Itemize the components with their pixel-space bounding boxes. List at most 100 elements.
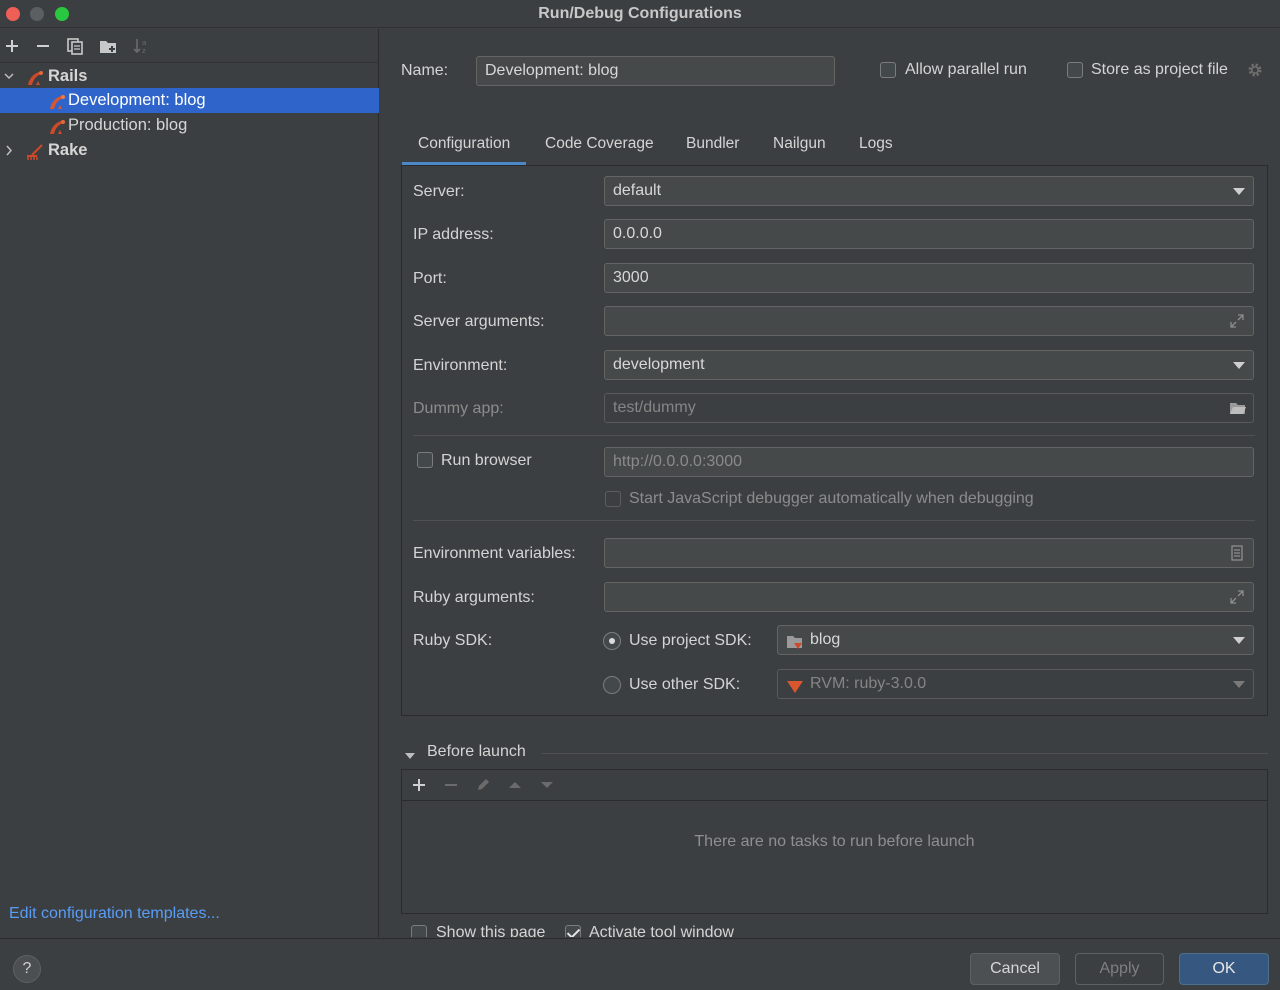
- tab-configuration[interactable]: Configuration: [402, 125, 527, 165]
- dummy-app-input[interactable]: test/dummy: [604, 393, 1254, 423]
- use-project-sdk-radio[interactable]: [603, 632, 621, 650]
- server-arguments-label: Server arguments:: [413, 313, 545, 330]
- configuration-editor: Name: Development: blog Allow parallel r…: [380, 29, 1280, 937]
- title-bar: Run/Debug Configurations: [0, 0, 1280, 28]
- remove-icon[interactable]: [33, 36, 53, 56]
- js-debugger-checkbox[interactable]: [605, 491, 621, 507]
- allow-parallel-run-label: Allow parallel run: [905, 61, 1027, 78]
- name-input[interactable]: Development: blog: [476, 56, 835, 86]
- environment-variables-label: Environment variables:: [413, 545, 576, 562]
- dialog-footer: ? Cancel Apply OK: [0, 938, 1280, 990]
- edit-icon[interactable]: [475, 777, 491, 798]
- ok-button[interactable]: OK: [1179, 953, 1269, 985]
- show-this-page-checkbox[interactable]: [411, 925, 427, 937]
- use-other-sdk-radio[interactable]: [603, 676, 621, 694]
- before-launch-toolbar: [402, 770, 1267, 801]
- chevron-right-icon[interactable]: [3, 138, 15, 163]
- store-as-project-file-checkbox[interactable]: [1067, 62, 1083, 78]
- tab-logs[interactable]: Logs: [843, 125, 909, 165]
- server-dropdown[interactable]: default: [604, 176, 1254, 206]
- show-this-page-label: Show this page: [436, 924, 546, 937]
- tree-item-production-blog[interactable]: Production: blog: [0, 113, 379, 138]
- tree-item-development-blog[interactable]: Development: blog: [0, 88, 379, 113]
- port-input[interactable]: 3000: [604, 263, 1254, 293]
- dummy-app-value: test/dummy: [613, 399, 696, 416]
- apply-button[interactable]: Apply: [1075, 953, 1164, 985]
- svg-text:a: a: [142, 39, 146, 47]
- dropdown-arrow-icon: [1233, 681, 1245, 688]
- move-up-icon[interactable]: [507, 777, 523, 798]
- expand-icon[interactable]: [1229, 589, 1245, 605]
- sort-icon[interactable]: az: [131, 36, 151, 56]
- cancel-button[interactable]: Cancel: [970, 953, 1060, 985]
- ruby-arguments-input[interactable]: [604, 582, 1254, 612]
- chevron-down-icon[interactable]: [3, 64, 15, 89]
- tree-label-rails: Rails: [48, 67, 88, 85]
- ruby-arguments-label: Ruby arguments:: [413, 589, 535, 606]
- tree-group-rake[interactable]: Rake: [0, 138, 379, 163]
- port-label: Port:: [413, 270, 447, 287]
- environment-dropdown[interactable]: development: [604, 350, 1254, 380]
- separator: [413, 520, 1255, 521]
- ip-address-label: IP address:: [413, 226, 494, 243]
- configurations-sidebar: az Rails Development: blog Production: b…: [0, 29, 379, 937]
- rails-icon: [49, 118, 65, 134]
- run-browser-url-input[interactable]: http://0.0.0.0:3000: [604, 447, 1254, 477]
- tab-code-coverage[interactable]: Code Coverage: [529, 125, 670, 165]
- dummy-app-label: Dummy app:: [413, 400, 504, 417]
- js-debugger-label: Start JavaScript debugger automatically …: [629, 490, 1034, 507]
- project-folder-icon: [786, 632, 804, 649]
- name-label: Name:: [401, 62, 449, 79]
- dropdown-arrow-icon: [1233, 188, 1245, 195]
- document-icon[interactable]: [1229, 545, 1245, 561]
- run-browser-checkbox[interactable]: [417, 452, 433, 468]
- rails-icon: [27, 69, 43, 85]
- bottom-options: Show this page Activate tool window: [401, 920, 1268, 937]
- sidebar-toolbar: az: [0, 29, 379, 63]
- help-button[interactable]: ?: [13, 955, 41, 983]
- other-sdk-dropdown[interactable]: RVM: ruby-3.0.0: [777, 669, 1254, 699]
- environment-label: Environment:: [413, 357, 508, 374]
- use-project-sdk-label: Use project SDK:: [629, 632, 752, 649]
- add-icon[interactable]: [411, 777, 427, 798]
- allow-parallel-run-checkbox[interactable]: [880, 62, 896, 78]
- tab-nailgun[interactable]: Nailgun: [757, 125, 842, 165]
- edit-configuration-templates-link[interactable]: Edit configuration templates...: [9, 905, 220, 923]
- svg-text:z: z: [142, 47, 146, 55]
- folder-icon[interactable]: [1229, 400, 1246, 416]
- remove-icon[interactable]: [443, 777, 459, 798]
- store-as-project-file-label: Store as project file: [1091, 61, 1228, 78]
- tree-label-production-blog: Production: blog: [68, 116, 188, 134]
- project-sdk-value: blog: [810, 631, 841, 648]
- add-icon[interactable]: [2, 36, 22, 56]
- rails-icon: [49, 93, 65, 109]
- separator: [413, 435, 1255, 436]
- separator: [542, 753, 1268, 754]
- tab-bundler[interactable]: Bundler: [670, 125, 755, 165]
- environment-value: development: [613, 356, 705, 373]
- ruby-icon: [786, 677, 804, 693]
- dropdown-arrow-icon: [1233, 637, 1245, 644]
- new-folder-icon[interactable]: [98, 36, 118, 56]
- tree-label-rake: Rake: [48, 141, 88, 159]
- ruby-sdk-label: Ruby SDK:: [413, 632, 493, 649]
- window-title: Run/Debug Configurations: [538, 5, 742, 22]
- before-launch-title: Before launch: [427, 743, 526, 760]
- dropdown-arrow-icon: [1233, 362, 1245, 369]
- activate-tool-window-checkbox[interactable]: [565, 925, 581, 937]
- before-launch-panel: There are no tasks to run before launch: [401, 769, 1268, 914]
- expand-icon[interactable]: [1229, 313, 1245, 329]
- gear-icon[interactable]: [1247, 62, 1263, 78]
- chevron-down-icon[interactable]: [404, 748, 416, 759]
- project-sdk-dropdown[interactable]: blog: [777, 625, 1254, 655]
- environment-variables-input[interactable]: [604, 538, 1254, 568]
- tree-group-rails[interactable]: Rails: [0, 64, 379, 89]
- move-down-icon[interactable]: [539, 777, 555, 798]
- server-arguments-input[interactable]: [604, 306, 1254, 336]
- other-sdk-value: RVM: ruby-3.0.0: [810, 675, 927, 692]
- rake-icon: [26, 143, 43, 160]
- server-value: default: [613, 182, 662, 199]
- copy-icon[interactable]: [65, 36, 85, 56]
- ip-address-input[interactable]: 0.0.0.0: [604, 219, 1254, 249]
- use-other-sdk-label: Use other SDK:: [629, 676, 741, 693]
